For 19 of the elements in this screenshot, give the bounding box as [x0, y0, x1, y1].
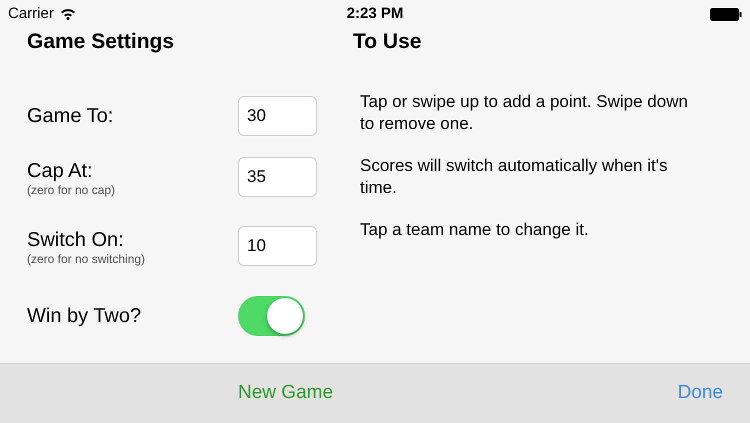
number-field[interactable]: 35 [238, 157, 317, 197]
setting-hint: (zero for no cap) [27, 183, 116, 197]
section-title: To Use [353, 29, 422, 55]
instruction-text: Tap or swipe up to add a point. Swipe down to remove one. [360, 91, 689, 135]
status-time: 2:23 PM [346, 4, 404, 24]
battery-icon [710, 8, 742, 20]
toggle-switch[interactable] [238, 296, 305, 336]
number-field[interactable]: 30 [238, 96, 317, 136]
setting-label: Cap At: [27, 159, 94, 183]
section-title: Game Settings [27, 29, 176, 55]
setting-label: Win by Two? [27, 304, 142, 328]
setting-label: Switch On: [27, 228, 125, 252]
wifi-icon [60, 8, 76, 20]
instruction-text: Scores will switch automatically when it's time. [360, 155, 668, 199]
number-field[interactable]: 10 [238, 226, 317, 266]
setting-hint: (zero for no switching) [27, 252, 146, 266]
carrier-label: Carrier [8, 4, 54, 24]
setting-label: Game To: [27, 104, 114, 128]
instruction-text: Tap a team name to change it. [360, 219, 590, 241]
